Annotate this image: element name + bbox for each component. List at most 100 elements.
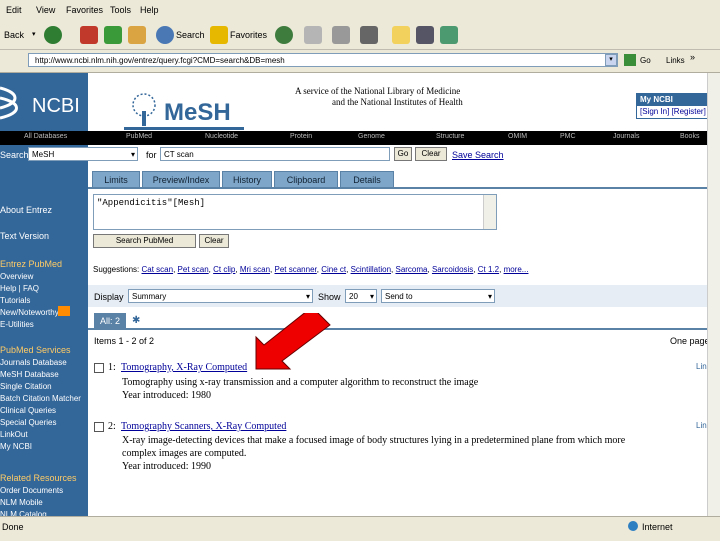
dbnav-structure[interactable]: Structure [436, 133, 464, 140]
menu-help[interactable]: Help [140, 5, 159, 15]
chevron-down-icon[interactable]: ▾ [32, 30, 36, 38]
signin-link[interactable]: [Sign In] [Register] [640, 107, 706, 116]
search-pubmed-button[interactable]: Search PubMed [93, 234, 196, 248]
edit-icon[interactable] [360, 26, 378, 44]
forward-icon[interactable] [44, 26, 62, 44]
result-title-link[interactable]: Tomography, X-Ray Computed [121, 362, 247, 373]
sidebar-item-overview[interactable]: Overview [0, 272, 33, 281]
display-format-select[interactable]: Summary ▾ [128, 289, 313, 303]
go-button[interactable]: Go [640, 56, 651, 65]
sidebar-item-clinical-queries[interactable]: Clinical Queries [0, 406, 56, 415]
go-button[interactable]: Go [394, 147, 412, 161]
chevron-down-icon[interactable]: ▾ [605, 54, 617, 66]
tab-clipboard[interactable]: Clipboard [274, 171, 338, 187]
sidebar-item-order-documents[interactable]: Order Documents [0, 486, 63, 495]
refresh-icon[interactable] [104, 26, 122, 44]
sidebar-item-eutilities[interactable]: E-Utilities [0, 320, 34, 329]
research-icon[interactable] [416, 26, 434, 44]
rss-icon[interactable] [58, 306, 70, 316]
suggestions-more[interactable]: more... [504, 265, 529, 274]
query-scrollbar[interactable] [483, 195, 496, 229]
results-tab-all[interactable]: All: 2 [94, 313, 126, 329]
sidebar-item-mesh-db[interactable]: MeSH Database [0, 370, 59, 379]
result-checkbox[interactable] [94, 363, 104, 373]
sidebar-item-special-queries[interactable]: Special Queries [0, 418, 56, 427]
address-bar: http://www.ncbi.nlm.nih.gov/entrez/query… [0, 50, 720, 73]
result-checkbox[interactable] [94, 422, 104, 432]
search-button[interactable]: Search [176, 30, 205, 40]
sidebar-item-batch-citation[interactable]: Batch Citation Matcher [0, 394, 81, 403]
suggestion-link[interactable]: Sarcoidosis [432, 265, 473, 274]
menu-tools[interactable]: Tools [110, 5, 131, 15]
suggestion-link[interactable]: Ct clip [213, 265, 235, 274]
clear-button[interactable]: Clear [415, 147, 447, 161]
suggestion-link[interactable]: Scintillation [351, 265, 391, 274]
back-button[interactable]: Back [4, 30, 24, 40]
suggestion-link[interactable]: Pet scan [178, 265, 209, 274]
dbnav-omim[interactable]: OMIM [508, 133, 527, 140]
sidebar-item-help-faq[interactable]: Help | FAQ [0, 284, 39, 293]
sidebar-item-nlm-mobile[interactable]: NLM Mobile [0, 498, 43, 507]
suggestion-link[interactable]: Pet scanner [275, 265, 317, 274]
suggestion-link[interactable]: Cat scan [142, 265, 174, 274]
suggestions-label: Suggestions: [93, 265, 140, 274]
tab-limits[interactable]: Limits [92, 171, 140, 187]
menu-edit[interactable]: Edit [6, 5, 22, 15]
myncbi-link[interactable]: My NCBI [640, 95, 673, 104]
send-to-select[interactable]: Send to ▾ [381, 289, 495, 303]
sidebar-item-myncbi[interactable]: My NCBI [0, 442, 32, 451]
save-search-link[interactable]: Save Search [452, 150, 504, 160]
folder-icon[interactable] [392, 26, 410, 44]
menu-view[interactable]: View [36, 5, 55, 15]
suggestion-link[interactable]: Sarcoma [395, 265, 427, 274]
show-count-select[interactable]: 20 ▾ [345, 289, 377, 303]
mail-icon[interactable] [304, 26, 322, 44]
suggestion-link[interactable]: Cine ct [321, 265, 346, 274]
dbnav-pmc[interactable]: PMC [560, 133, 576, 140]
suggestion-link[interactable]: Mri scan [240, 265, 270, 274]
result-number: 2: [108, 421, 116, 432]
tab-details[interactable]: Details [340, 171, 394, 187]
database-select[interactable]: MeSH ▾ [28, 147, 138, 161]
home-icon[interactable] [128, 26, 146, 44]
search-icon[interactable] [156, 26, 174, 44]
favorites-icon[interactable] [210, 26, 228, 44]
dbnav-protein[interactable]: Protein [290, 133, 312, 140]
favorites-button[interactable]: Favorites [230, 30, 267, 40]
tab-preview-index[interactable]: Preview/Index [142, 171, 220, 187]
chevron-right-icon[interactable]: » [690, 52, 695, 62]
tools-icon[interactable]: ✱ [132, 315, 140, 326]
search-label: Search [0, 150, 29, 160]
dbnav-nucleotide[interactable]: Nucleotide [205, 133, 238, 140]
history-icon[interactable] [275, 26, 293, 44]
messenger-icon[interactable] [440, 26, 458, 44]
query-clear-button[interactable]: Clear [199, 234, 229, 248]
links-label[interactable]: Links [666, 56, 685, 65]
dbnav-all[interactable]: All Databases [24, 133, 67, 140]
dbnav-books[interactable]: Books [680, 133, 699, 140]
print-icon[interactable] [332, 26, 350, 44]
sidebar-item-linkout[interactable]: LinkOut [0, 430, 28, 439]
address-input[interactable]: http://www.ncbi.nlm.nih.gov/entrez/query… [28, 53, 618, 67]
search-input[interactable]: CT scan [160, 147, 390, 161]
sidebar-item-tutorials[interactable]: Tutorials [0, 296, 30, 305]
sidebar-item-single-citation[interactable]: Single Citation [0, 382, 52, 391]
sidebar-about-entrez[interactable]: About Entrez [0, 205, 52, 215]
go-arrow-icon[interactable] [624, 54, 636, 66]
dbnav-pubmed[interactable]: PubMed [126, 133, 152, 140]
chevron-down-icon: ▾ [487, 292, 492, 301]
suggestion-link[interactable]: Ct 1.2 [478, 265, 499, 274]
ncbi-logo[interactable]: NCBI [0, 73, 88, 131]
menu-favorites[interactable]: Favorites [66, 5, 103, 15]
result-title-link[interactable]: Tomography Scanners, X-Ray Computed [121, 421, 286, 432]
page-scrollbar[interactable] [707, 73, 720, 516]
stop-icon[interactable] [80, 26, 98, 44]
dbnav-journals[interactable]: Journals [613, 133, 639, 140]
sidebar-heading-entrez: Entrez PubMed [0, 259, 63, 269]
tab-history[interactable]: History [222, 171, 272, 187]
sidebar-text-version[interactable]: Text Version [0, 231, 49, 241]
query-textarea[interactable]: "Appendicitis"[Mesh] [93, 194, 497, 230]
sidebar-item-journals-db[interactable]: Journals Database [0, 358, 67, 367]
dbnav-genome[interactable]: Genome [358, 133, 385, 140]
sidebar-item-new-noteworthy[interactable]: New/Noteworthy [0, 308, 59, 317]
